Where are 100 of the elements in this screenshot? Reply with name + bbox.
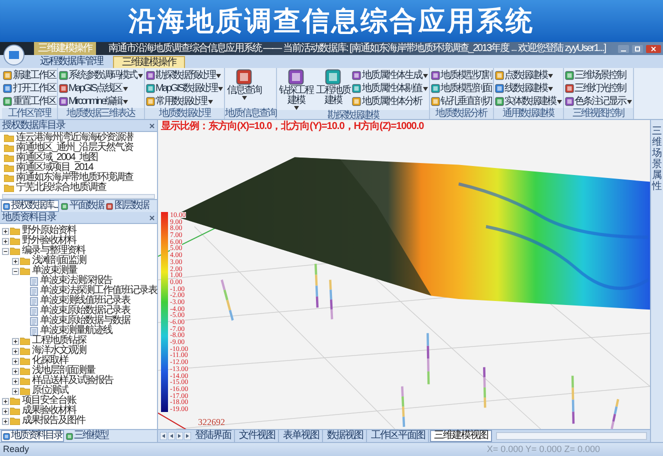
expand-icon[interactable]	[2, 418, 9, 424]
borehole	[610, 398, 620, 429]
tree-item[interactable]: 单波束测量	[32, 266, 77, 276]
tree-item[interactable]: 样品送样及试验报告	[32, 376, 113, 386]
arrow-right-icon[interactable]	[176, 432, 183, 440]
ribbon-button[interactable]: 地质模型切割	[430, 69, 492, 82]
tree-item[interactable]: 单波束原始数据与数据	[40, 316, 130, 326]
minimize-icon[interactable]	[618, 44, 629, 52]
ribbon-button[interactable]: MapGIS数据处理	[146, 82, 224, 95]
ribbon-tab[interactable]: 三维建模操作	[113, 56, 185, 68]
database-item[interactable]: 连云港海州湾近海海砂资源潜	[16, 133, 133, 143]
tree-item[interactable]: 单波束法测深报告	[40, 276, 112, 286]
banner-title: 沿海地质调查信息综合应用系统	[128, 8, 534, 34]
panel-tab[interactable]: 图层数据	[105, 200, 150, 212]
ribbon-button[interactable]: 地质属性体分析	[352, 95, 428, 108]
tree-item[interactable]: 化探取样	[32, 356, 68, 366]
ribbon-button[interactable]: 系统参数调码模式	[58, 69, 142, 82]
tree-item[interactable]: 原位测试	[32, 386, 68, 396]
ribbon-button[interactable]: 线数据建模	[494, 82, 562, 95]
expand-icon[interactable]	[12, 378, 19, 384]
database-item[interactable]: 南通地区_通州_沿层天然气资	[16, 143, 134, 153]
ribbon-button[interactable]: 三维灯光控制	[564, 82, 632, 95]
maximize-icon[interactable]	[632, 44, 643, 52]
database-item[interactable]: 南通区域_2004_地图	[16, 153, 98, 163]
ribbon-button[interactable]: 地质模型剖面	[430, 82, 492, 95]
window-title: 南通市沿海地质调查综合信息应用系统 —— 当前活动数据库: [南通如东海岸带地质环境调查_2013年度 ... 欢迎您登陆 zyyUser1...]	[107, 44, 607, 54]
ribbon-button[interactable]: 常用数据处理	[146, 95, 224, 108]
ribbon-button[interactable]: 新建工作区	[3, 69, 56, 82]
tree-item[interactable]: 成果验收材料	[22, 406, 76, 416]
tree-item[interactable]: 成果报告及图件	[22, 416, 85, 426]
expand-icon[interactable]	[12, 348, 19, 354]
ribbon-button[interactable]: 地质属性体生成	[352, 69, 428, 82]
group-label: 工作区管理	[2, 108, 56, 119]
expand-icon[interactable]	[12, 338, 19, 344]
tree-item[interactable]: 单波束测量航迹线	[40, 326, 112, 336]
ribbon-button[interactable]: 信息查询	[226, 69, 262, 108]
expand-icon[interactable]	[12, 358, 19, 364]
collapse-icon[interactable]	[2, 248, 9, 254]
borehole	[314, 264, 319, 308]
ribbon-button[interactable]: MapGIS点线区	[58, 82, 142, 95]
panel-tab[interactable]: 授权数据库...	[1, 200, 60, 212]
3d-view[interactable]	[158, 120, 650, 429]
close-icon[interactable]	[149, 122, 155, 128]
tool-icon	[3, 432, 10, 440]
view-tab[interactable]: 三维建模视图	[430, 430, 492, 442]
tree-item[interactable]: 单波束法探测工作值班记录表	[40, 286, 157, 296]
tool-icon	[66, 432, 73, 440]
panel-tab[interactable]: 三维模型	[65, 430, 109, 442]
tree-item[interactable]: 野外原始资料	[22, 226, 76, 236]
tree-item[interactable]: 单波束测线值班记录表	[40, 296, 130, 306]
expand-icon[interactable]	[2, 238, 9, 244]
ribbon-tab[interactable]: 远程数据库管理	[32, 56, 111, 68]
close-icon[interactable]	[149, 214, 155, 220]
borehole	[482, 367, 486, 408]
tree-item[interactable]: 编录与整理资料	[22, 246, 85, 256]
tree-item[interactable]: 野外验收材料	[22, 236, 76, 246]
tree-item[interactable]: 浅地层剖面测量	[32, 366, 95, 376]
tree-item[interactable]: 工程地质钻探	[32, 336, 86, 346]
ribbon-button[interactable]: 钻孔垂直剖切	[430, 95, 492, 108]
arrow-left-icon[interactable]	[160, 432, 167, 440]
collapse-icon[interactable]	[12, 268, 19, 274]
ribbon-button[interactable]: 打开工作区	[3, 82, 56, 95]
scrollbar[interactable]	[496, 432, 647, 440]
ribbon-button[interactable]: 勘探数据预处理	[146, 69, 224, 82]
expand-icon[interactable]	[2, 398, 9, 404]
tree-item[interactable]: 项目安全台账	[22, 396, 76, 406]
expand-icon[interactable]	[2, 228, 9, 234]
expand-icon[interactable]	[12, 258, 19, 264]
app-menu-icon[interactable]	[3, 44, 25, 66]
group-label: 通用数据建模	[494, 108, 563, 119]
expand-icon[interactable]	[2, 408, 9, 414]
database-item[interactable]: 宁芜北段综合地质调查	[16, 183, 106, 193]
arrow-right-icon[interactable]	[184, 432, 191, 440]
ribbon-button[interactable]: 地质属性体剔值	[352, 82, 428, 95]
ribbon-button[interactable]: 实体数据建模	[494, 95, 562, 108]
ribbon-button[interactable]: 三维场景控制	[564, 69, 632, 82]
ribbon-button[interactable]: 重置工作区	[3, 95, 56, 108]
side-tab[interactable]: 三维场景属性	[652, 126, 662, 442]
tree-item[interactable]: 单波束原始数据记录表	[40, 306, 130, 316]
panel-tab[interactable]: 平面数据	[60, 200, 104, 212]
expand-icon[interactable]	[12, 388, 19, 394]
tree-item[interactable]: 浅滩剖面监测	[32, 256, 86, 266]
borehole	[571, 376, 575, 424]
scrollbar[interactable]	[2, 194, 155, 199]
ribbon-button[interactable]: Mirconmine编辑	[58, 95, 142, 108]
ribbon-button[interactable]: 工程地质建模	[315, 69, 352, 110]
scale-text: 显示比例：东方向(X)=10.0，北方向(Y)=10.0，H方向(Z)=1000.0	[161, 122, 424, 132]
tree-item[interactable]: 海洋水文观测	[32, 346, 86, 356]
database-item[interactable]: 南通区域项目_2014	[16, 163, 93, 173]
ribbon-button[interactable]: 点数据建模	[494, 69, 562, 82]
panel-tab[interactable]: 地质资料目录	[1, 430, 64, 442]
tool-icon	[236, 69, 252, 85]
caret-icon	[548, 74, 554, 78]
database-item[interactable]: 南通如东海岸带地质环境调查	[16, 173, 133, 183]
expand-icon[interactable]	[12, 368, 19, 374]
arrow-left-icon[interactable]	[168, 432, 175, 440]
ribbon-button[interactable]: 钻探工程建模	[278, 69, 314, 110]
close-icon[interactable]	[646, 44, 661, 52]
ribbon-button[interactable]: 色条注记显示	[564, 95, 632, 108]
caret-icon	[123, 100, 128, 104]
